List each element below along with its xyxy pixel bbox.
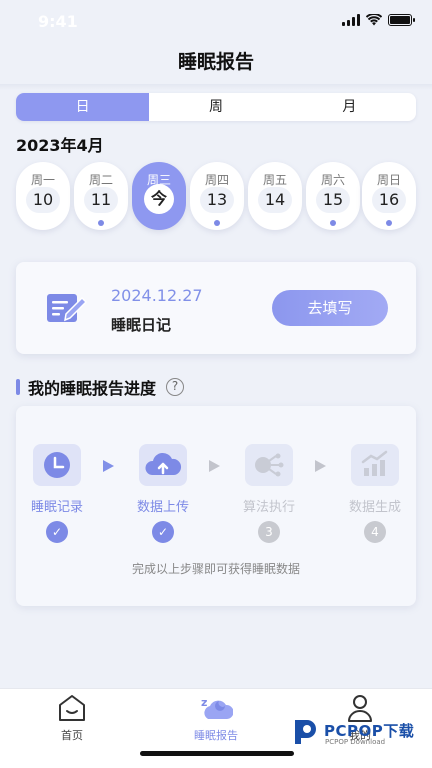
nav-item-home[interactable]: 首页 [32, 693, 112, 743]
check-icon: ✓ [46, 521, 68, 543]
help-icon[interactable]: ? [166, 378, 185, 396]
record-dot [98, 220, 104, 226]
step-icon-box [245, 444, 293, 486]
bottom-nav: 首页 z 睡眠报告 我的 PCPOP下载 PCPOP Download [0, 688, 432, 768]
step-number-badge: 4 [364, 521, 386, 543]
month-label: 2023年4月 [16, 136, 104, 155]
watermark-subtext: PCPOP Download [325, 738, 386, 746]
step-name: 数据生成 [348, 500, 401, 515]
check-icon: ✓ [152, 521, 174, 543]
top-bar: 睡眠报告 [0, 40, 432, 84]
header-divider [0, 84, 432, 90]
step-number-badge: 3 [258, 521, 280, 543]
diary-label: 睡眠日记 [111, 316, 172, 334]
day-item[interactable]: 周二 11 [74, 162, 128, 230]
sleep-diary-card: 2024.12.27 睡眠日记 去填写 [16, 262, 416, 354]
signal-icon [342, 14, 360, 26]
week-day-selector: 周一 10 周二 11 周三 今 周四 13 周五 14 周六 15 周日 16 [16, 162, 416, 232]
day-weekday: 周一 [30, 173, 55, 187]
progress-hint: 完成以上步骤即可获得睡眠数据 [131, 562, 300, 576]
algorithm-icon [255, 453, 284, 477]
cloud-upload-icon [145, 452, 182, 475]
step-data-upload: 数据上传 ✓ [118, 444, 208, 543]
status-bar: 9:41 [0, 0, 432, 44]
step-data-generate: 数据生成 4 [330, 444, 420, 543]
step-sleep-record: 睡眠记录 ✓ [12, 444, 102, 543]
battery-icon [388, 14, 415, 26]
record-dot [330, 220, 336, 226]
progress-title: 我的睡眠报告进度 [28, 379, 157, 398]
svg-text:z: z [201, 696, 207, 709]
page-title: 睡眠报告 [177, 51, 254, 73]
step-name: 算法执行 [242, 500, 295, 515]
step-icon-box [33, 444, 81, 486]
watermark: PCPOP下载 PCPOP Download [292, 716, 422, 750]
tab-day[interactable]: 日 [16, 93, 150, 121]
day-item[interactable]: 周一 10 [16, 162, 70, 230]
day-item[interactable]: 周日 16 [362, 162, 416, 230]
tab-week[interactable]: 周 [149, 93, 282, 121]
home-icon [59, 695, 85, 721]
day-number: 13 [200, 187, 234, 213]
day-item[interactable]: 周四 13 [190, 162, 244, 230]
diary-date: 2024.12.27 [111, 286, 203, 305]
nav-label: 睡眠报告 [194, 729, 238, 742]
day-weekday: 周六 [320, 173, 345, 187]
record-dot [214, 220, 220, 226]
period-tabs: 日 周 月 [16, 93, 416, 121]
tab-month[interactable]: 月 [283, 93, 416, 121]
day-number: 16 [372, 187, 406, 213]
record-dot [386, 220, 392, 226]
day-weekday: 周日 [376, 173, 401, 187]
arrow-icon [103, 460, 114, 472]
step-algorithm: 算法执行 3 [224, 444, 314, 543]
progress-section-title: 我的睡眠报告进度 ? [16, 377, 185, 398]
section-accent-bar [16, 379, 20, 395]
fill-in-button[interactable]: 去填写 [272, 290, 388, 326]
day-item[interactable]: 周六 15 [306, 162, 360, 230]
day-item-today[interactable]: 周三 今 [132, 162, 186, 230]
day-number: 11 [84, 187, 118, 213]
step-name: 睡眠记录 [30, 500, 83, 515]
arrow-icon [315, 460, 326, 472]
nav-item-sleep-report[interactable]: z 睡眠报告 [176, 693, 256, 743]
day-number: 今 [144, 184, 174, 214]
day-weekday: 周二 [88, 173, 113, 187]
sleep-report-icon: z [201, 696, 234, 719]
status-time: 9:41 [38, 12, 78, 31]
arrow-icon [209, 460, 220, 472]
home-indicator[interactable] [140, 751, 294, 756]
day-number: 10 [26, 187, 60, 213]
step-icon-box [351, 444, 399, 486]
day-number: 15 [316, 187, 350, 213]
chart-icon [361, 450, 388, 476]
clock-icon [44, 452, 70, 478]
watermark-logo-icon [295, 720, 316, 744]
step-icon-box [139, 444, 187, 486]
step-name: 数据上传 [136, 500, 189, 515]
day-number: 14 [258, 187, 292, 213]
diary-edit-icon [47, 294, 88, 322]
nav-label: 首页 [61, 729, 83, 742]
day-weekday: 周四 [204, 173, 229, 187]
day-item[interactable]: 周五 14 [248, 162, 302, 230]
progress-card: 睡眠记录 ✓ 数据上传 ✓ 算法执行 3 数据生成 4 完成以上步骤即可获得睡眠… [16, 406, 416, 606]
day-weekday: 周五 [262, 173, 287, 187]
wifi-icon [366, 14, 382, 26]
